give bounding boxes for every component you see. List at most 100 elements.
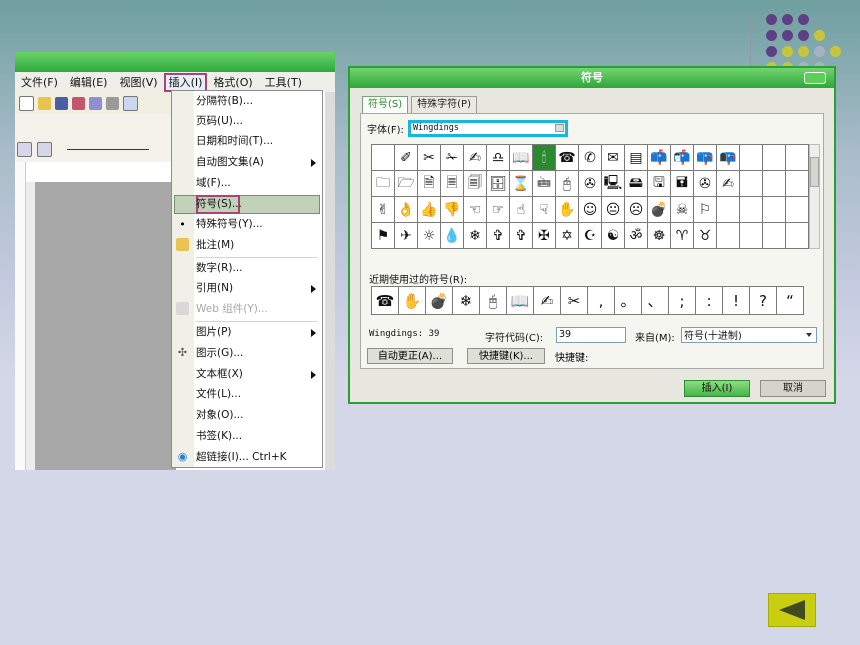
menu-insert[interactable]: 插入(I): [163, 72, 208, 92]
symbol-cell[interactable]: [740, 197, 763, 223]
symbol-cell[interactable]: ☹: [625, 197, 648, 223]
email-icon[interactable]: [89, 96, 102, 110]
menu-item-special-symbol[interactable]: 特殊符号(Y)...: [196, 215, 263, 234]
symbol-cell[interactable]: [740, 171, 763, 197]
symbol-cell[interactable]: 📪: [694, 145, 717, 171]
symbol-cell[interactable]: [740, 223, 763, 249]
symbol-cell[interactable]: 🗎: [418, 171, 441, 197]
symbol-cell[interactable]: ✇: [694, 171, 717, 197]
menu-edit[interactable]: 编辑(E): [64, 74, 114, 90]
symbol-cell[interactable]: 👎: [441, 197, 464, 223]
symbol-cell[interactable]: 📭: [717, 145, 740, 171]
symbol-cell[interactable]: [763, 197, 786, 223]
recent-symbol-cell[interactable]: ❄: [453, 287, 480, 315]
symbol-cell[interactable]: [717, 197, 740, 223]
symbol-cell[interactable]: ✁: [441, 145, 464, 171]
symbol-cell[interactable]: [763, 223, 786, 249]
menu-item-reference[interactable]: 引用(N): [196, 279, 233, 298]
recent-symbol-cell[interactable]: ;: [669, 287, 696, 315]
symbol-cell[interactable]: 🗀: [372, 171, 395, 197]
symbol-cell[interactable]: 📖: [510, 145, 533, 171]
symbol-grid-scrollbar[interactable]: [809, 144, 820, 249]
symbol-cell[interactable]: ♈: [671, 223, 694, 249]
symbol-cell[interactable]: ✈: [395, 223, 418, 249]
menu-item-page-numbers[interactable]: 页码(U)...: [196, 112, 243, 131]
chevron-down-icon[interactable]: [554, 124, 564, 132]
symbol-cell[interactable]: 👌: [395, 197, 418, 223]
symbol-cell[interactable]: ✍: [717, 171, 740, 197]
shortcut-key-button[interactable]: 快捷键(K)...: [467, 348, 545, 364]
menu-item-hyperlink[interactable]: 超链接(I)... Ctrl+K: [196, 448, 287, 467]
symbol-cell[interactable]: ☼: [418, 223, 441, 249]
symbol-cell[interactable]: 👍: [418, 197, 441, 223]
symbol-cell[interactable]: 🖳: [602, 171, 625, 197]
recent-symbol-cell[interactable]: “: [777, 287, 804, 315]
symbol-cell[interactable]: ☝: [510, 197, 533, 223]
symbol-cell[interactable]: [786, 223, 809, 249]
print-icon[interactable]: [106, 96, 119, 110]
symbol-cell[interactable]: ☪: [579, 223, 602, 249]
menu-item-field[interactable]: 域(F)...: [196, 174, 231, 193]
font-select[interactable]: Wingdings: [407, 120, 568, 137]
symbol-cell[interactable]: [763, 145, 786, 171]
cancel-button[interactable]: 取消: [760, 380, 826, 397]
symbol-cell[interactable]: ♎: [487, 145, 510, 171]
symbol-cell[interactable]: 🖬: [671, 171, 694, 197]
recent-symbol-cell[interactable]: 🖰: [480, 287, 507, 315]
recent-symbol-cell[interactable]: ✋: [399, 287, 426, 315]
symbol-cell[interactable]: 🕯: [533, 145, 556, 171]
symbol-cell[interactable]: [786, 197, 809, 223]
symbol-cell[interactable]: ☎: [556, 145, 579, 171]
tab-special-chars[interactable]: 特殊字符(P): [411, 96, 477, 113]
edit-icon[interactable]: [17, 141, 32, 157]
symbol-cell[interactable]: [786, 171, 809, 197]
recent-symbol-cell[interactable]: 💣: [426, 287, 453, 315]
symbol-cell[interactable]: [786, 145, 809, 171]
autocorrect-button[interactable]: 自动更正(A)...: [367, 348, 453, 364]
symbol-cell[interactable]: ✂: [418, 145, 441, 171]
menu-item-autotext[interactable]: 自动图文集(A): [196, 153, 264, 172]
symbol-cell[interactable]: ⌛: [510, 171, 533, 197]
recent-symbol-cell[interactable]: ☎: [372, 287, 399, 315]
symbol-cell[interactable]: ✉: [602, 145, 625, 171]
symbol-cell[interactable]: 🖴: [625, 171, 648, 197]
symbol-cell[interactable]: [740, 145, 763, 171]
symbol-cell[interactable]: 📬: [671, 145, 694, 171]
menu-item-date-time[interactable]: 日期和时间(T)...: [196, 132, 273, 151]
symbol-cell[interactable]: ☠: [671, 197, 694, 223]
menu-view[interactable]: 视图(V): [113, 74, 163, 90]
menu-item-number[interactable]: 数字(R)...: [196, 259, 243, 278]
symbol-cell[interactable]: ✍: [464, 145, 487, 171]
symbol-cell[interactable]: ☜: [464, 197, 487, 223]
menu-item-object[interactable]: 对象(O)...: [196, 406, 243, 425]
symbol-cell[interactable]: 🖫: [648, 171, 671, 197]
print-preview-icon[interactable]: [123, 95, 138, 111]
menu-item-diagram[interactable]: 图示(G)...: [196, 344, 243, 363]
symbol-cell[interactable]: 💣: [648, 197, 671, 223]
symbol-cell[interactable]: ☞: [487, 197, 510, 223]
menu-item-picture[interactable]: 图片(P): [196, 323, 232, 342]
recent-symbol-cell[interactable]: 、: [642, 287, 669, 315]
symbol-cell[interactable]: ✠: [533, 223, 556, 249]
symbol-cell[interactable]: ▤: [625, 145, 648, 171]
symbol-cell[interactable]: ❄: [464, 223, 487, 249]
symbol-cell[interactable]: 🗁: [395, 171, 418, 197]
save-icon[interactable]: [55, 96, 68, 110]
symbol-cell[interactable]: ⚐: [694, 197, 717, 223]
symbol-cell[interactable]: ॐ: [625, 223, 648, 249]
symbol-cell[interactable]: 🖰: [556, 171, 579, 197]
symbol-cell[interactable]: ✌: [372, 197, 395, 223]
menu-format[interactable]: 格式(O): [207, 74, 258, 90]
symbol-cell[interactable]: [763, 171, 786, 197]
close-icon[interactable]: [804, 72, 826, 84]
symbol-cell[interactable]: ♉: [694, 223, 717, 249]
recent-symbol-cell[interactable]: 。: [615, 287, 642, 315]
symbol-cell[interactable]: 💧: [441, 223, 464, 249]
symbol-cell[interactable]: ✇: [579, 171, 602, 197]
symbol-cell[interactable]: 🗄: [487, 171, 510, 197]
recent-symbol-cell[interactable]: !: [723, 287, 750, 315]
symbol-cell[interactable]: ✆: [579, 145, 602, 171]
symbol-cell[interactable]: 🗏: [441, 171, 464, 197]
recent-symbol-cell[interactable]: ✍: [534, 287, 561, 315]
symbol-cell[interactable]: ⚑: [372, 223, 395, 249]
